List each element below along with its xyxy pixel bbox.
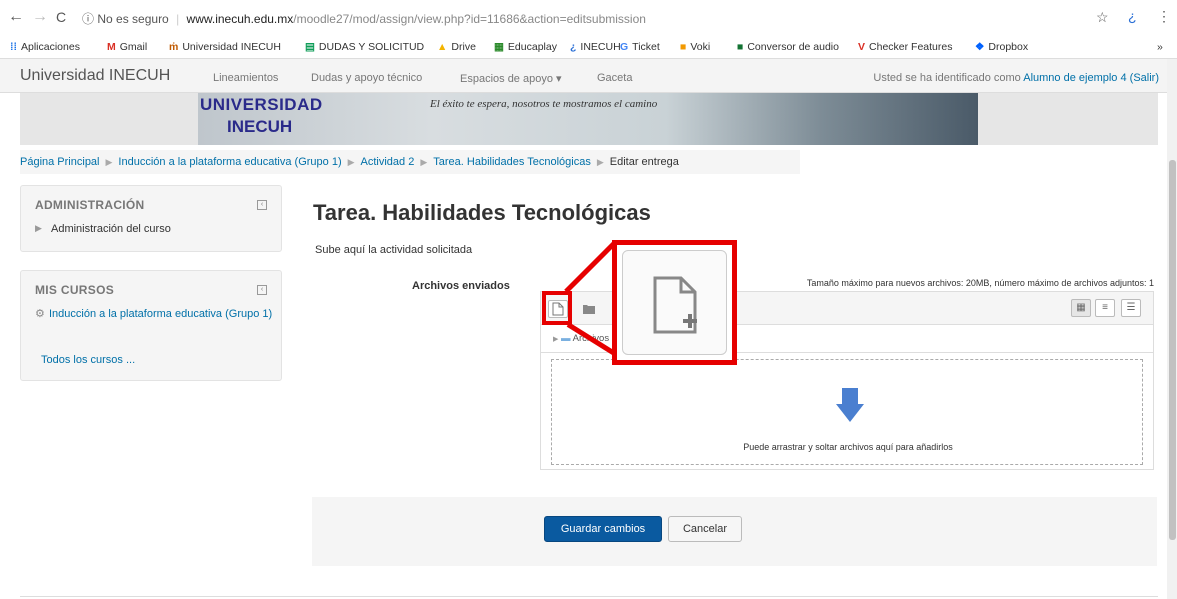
breadcrumb: Página Principal ▶ Inducción a la platafor… xyxy=(20,150,800,174)
courses-block-title: MIS CURSOS xyxy=(35,283,115,297)
inecuh-icon: ṁ xyxy=(169,41,179,53)
nav-dudas[interactable]: Dudas y apoyo técnico xyxy=(311,72,422,84)
login-info: Usted se ha identificado como Alumno de … xyxy=(873,72,1159,84)
collapse-icon[interactable]: ‹ xyxy=(257,285,267,295)
apps-grid-icon: ⁞⁞ xyxy=(10,41,17,53)
highlight-zoom-box xyxy=(612,240,737,365)
bookmark-educaplay[interactable]: ▦ Educaplay xyxy=(494,41,557,53)
back-arrow-icon[interactable]: ← xyxy=(8,8,24,26)
view-tree-button[interactable]: ☰ xyxy=(1121,299,1141,317)
logout-link[interactable]: (Salir) xyxy=(1130,72,1159,84)
courses-block: MIS CURSOS ‹ ⚙ Inducción a la plataforma… xyxy=(20,270,282,381)
site-brand[interactable]: Universidad INECUH xyxy=(20,67,170,85)
info-icon[interactable]: ⓘ xyxy=(82,12,94,26)
admin-course-link[interactable]: Administración del curso xyxy=(51,223,171,235)
breadcrumb-sep-icon: ▶ xyxy=(347,157,355,167)
bookmark-dropbox[interactable]: ❖ Dropbox xyxy=(975,41,1028,53)
max-size-info: Tamaño máximo para nuevos archivos: 20MB… xyxy=(806,278,1154,288)
breadcrumb-sep-icon: ▶ xyxy=(596,157,604,167)
google-icon: G xyxy=(620,41,629,53)
cancel-button[interactable]: Cancelar xyxy=(668,516,742,542)
bookmark-inecuh[interactable]: ṁ Universidad INECUH xyxy=(169,41,281,53)
banner-slogan: El éxito te espera, nosotros te mostramo… xyxy=(430,98,658,110)
folder-add-icon xyxy=(583,305,595,314)
file-drop-area[interactable]: Puede arrastrar y soltar archivos aquí p… xyxy=(540,352,1154,470)
bookmark-inecuh-2[interactable]: ¿ INECUH xyxy=(570,41,621,53)
drop-arrow-icon xyxy=(836,388,864,422)
inecuh-icon: ¿ xyxy=(570,41,577,53)
expand-arrow-icon: ▶ xyxy=(553,336,559,343)
highlight-connector-top xyxy=(564,241,616,294)
url-path: /moodle27/mod/assign/view.php?id=11686&a… xyxy=(293,12,646,26)
view-icons-button[interactable]: ▦ xyxy=(1071,299,1091,317)
bookmarks-bar: ⁞⁞ Aplicaciones M Gmail ṁ Universidad INECU… xyxy=(0,37,1177,59)
star-icon[interactable]: ☆ xyxy=(1096,9,1109,26)
browser-toolbar: ← → C ⓘ No es seguro | www.inecuh.edu.mx… xyxy=(0,0,1177,37)
url-host: www.inecuh.edu.mx xyxy=(186,12,294,26)
admin-block-title: ADMINISTRACIÓN xyxy=(35,198,145,212)
dropbox-icon: ❖ xyxy=(975,41,985,53)
user-link[interactable]: Alumno de ejemplo 4 xyxy=(1023,72,1126,84)
gmail-icon: M xyxy=(107,41,116,53)
scrollbar-thumb[interactable] xyxy=(1169,160,1176,540)
breadcrumb-course[interactable]: Inducción a la plataforma educativa (Gru… xyxy=(118,156,341,168)
breadcrumb-current: Editar entrega xyxy=(609,156,679,168)
all-courses-link[interactable]: Todos los cursos ... xyxy=(41,354,135,366)
save-button[interactable]: Guardar cambios xyxy=(544,516,662,542)
voki-icon: ■ xyxy=(680,41,687,53)
drop-hint: Puede arrastrar y soltar archivos aquí p… xyxy=(743,442,953,452)
educaplay-icon: ▦ xyxy=(494,41,504,53)
checker-icon: V xyxy=(858,41,866,53)
menu-dots-icon[interactable]: ⋮ xyxy=(1157,8,1171,25)
bookmarks-more[interactable]: » xyxy=(1157,41,1163,53)
breadcrumb-sep-icon: ▶ xyxy=(420,157,428,167)
breadcrumb-home[interactable]: Página Principal xyxy=(20,156,100,168)
breadcrumb-assignment[interactable]: Tarea. Habilidades Tecnológicas xyxy=(433,156,591,168)
breadcrumb-activity[interactable]: Actividad 2 xyxy=(361,156,415,168)
assignment-intro: Sube aquí la actividad solicitada xyxy=(315,244,473,256)
page-title: Tarea. Habilidades Tecnológicas xyxy=(313,200,651,225)
logo-text-line2: INECUH xyxy=(227,117,293,136)
folder-icon: ▬ xyxy=(561,333,571,344)
bookmark-gmail[interactable]: M Gmail xyxy=(107,41,147,53)
drop-zone[interactable]: Puede arrastrar y soltar archivos aquí p… xyxy=(551,359,1143,465)
sheets-icon: ▤ xyxy=(305,41,315,53)
forward-arrow-icon[interactable]: → xyxy=(32,8,48,26)
nav-lineamientos[interactable]: Lineamientos xyxy=(213,72,278,84)
footer-divider xyxy=(20,596,1158,597)
admin-block: ADMINISTRACIÓN ‹ ▶ Administración del cu… xyxy=(20,185,282,252)
bookmark-dudas[interactable]: ▤ DUDAS Y SOLICITUD xyxy=(305,41,424,53)
nav-gaceta[interactable]: Gaceta xyxy=(597,72,632,84)
view-list-button[interactable]: ≡ xyxy=(1095,299,1115,317)
course-link[interactable]: Inducción a la plataforma educativa (Gru… xyxy=(35,307,275,322)
bookmark-conversor[interactable]: ■ Conversor de audio xyxy=(737,41,839,53)
files-label: Archivos enviados xyxy=(412,280,510,292)
zoomed-add-file-button xyxy=(622,250,727,355)
drive-icon: ▲ xyxy=(437,41,448,53)
bookmark-voki[interactable]: ■ Voki xyxy=(680,41,710,53)
bookmark-drive[interactable]: ▲ Drive xyxy=(437,41,476,53)
add-file-icon-zoomed xyxy=(653,276,697,334)
audio-icon: ■ xyxy=(737,41,744,53)
extension-icon[interactable]: ¿ xyxy=(1128,8,1137,24)
bookmark-apps[interactable]: ⁞⁞ Aplicaciones xyxy=(10,41,80,53)
highlight-box-small xyxy=(542,291,572,325)
reload-icon[interactable]: C xyxy=(56,9,66,25)
logo-text-line1: UNIVERSIDAD xyxy=(200,95,323,114)
bookmark-ticket[interactable]: G Ticket xyxy=(620,41,660,53)
expand-arrow-icon[interactable]: ▶ xyxy=(35,223,42,234)
security-label: No es seguro xyxy=(97,12,169,26)
collapse-icon[interactable]: ‹ xyxy=(257,200,267,210)
bookmark-checker[interactable]: V Checker Features xyxy=(858,41,952,53)
create-folder-button[interactable] xyxy=(579,300,599,318)
site-navbar: Universidad INECUH Lineamientos Dudas y … xyxy=(0,59,1177,93)
address-bar[interactable]: ⓘ No es seguro | www.inecuh.edu.mx/moodl… xyxy=(82,7,1162,31)
nav-espacios[interactable]: Espacios de apoyo ▾ xyxy=(460,72,562,85)
breadcrumb-sep-icon: ▶ xyxy=(105,157,113,167)
